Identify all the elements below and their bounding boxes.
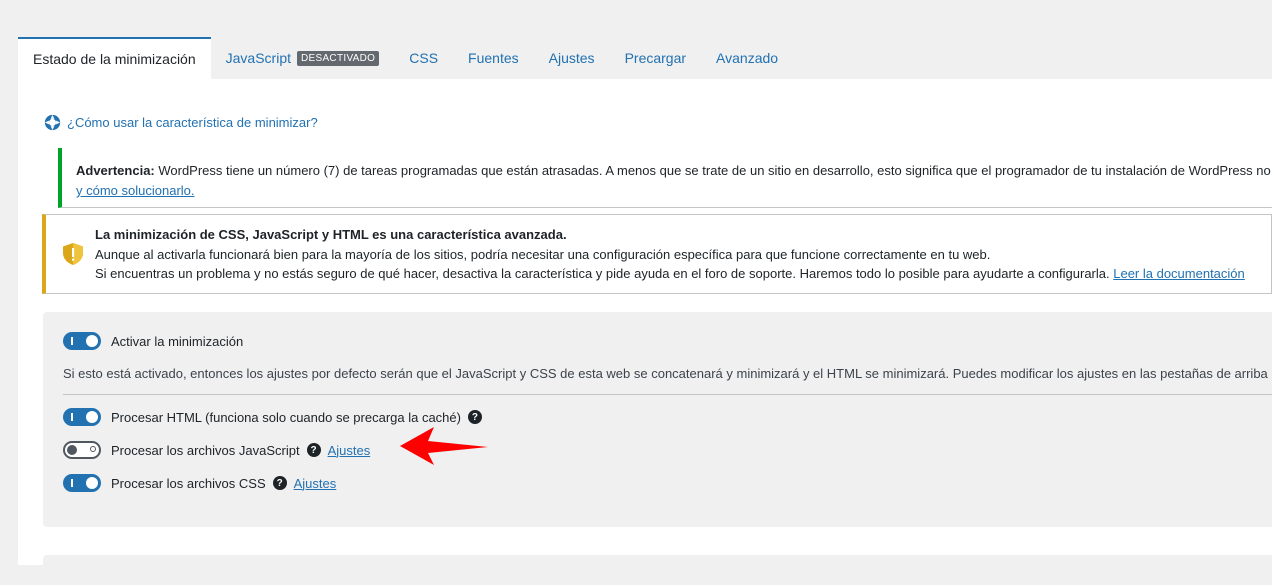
process-css-toggle[interactable] <box>63 474 101 492</box>
enable-minify-label: Activar la minimización <box>111 333 244 349</box>
status-badge: DESACTIVADO <box>297 50 380 66</box>
tab-javascript[interactable]: JavaScript DESACTIVADO <box>211 37 395 79</box>
warning-body: WordPress tiene un número (7) de tareas … <box>154 163 1272 178</box>
minify-settings-box: Activar la minimización Si esto está act… <box>43 312 1272 527</box>
tab-fonts[interactable]: Fuentes <box>453 37 534 79</box>
cron-warning-notice: Advertencia: WordPress tiene un número (… <box>58 148 1272 208</box>
process-js-row: Procesar los archivos JavaScript ? Ajust… <box>63 441 370 459</box>
process-js-toggle[interactable] <box>63 441 101 459</box>
enable-minify-toggle[interactable] <box>63 332 101 350</box>
warning-strong: Advertencia: <box>76 163 155 178</box>
warning-fix-link[interactable]: y cómo solucionarlo. <box>76 183 195 198</box>
tab-label: Ajustes <box>548 50 595 66</box>
tab-preload[interactable]: Precargar <box>610 37 701 79</box>
process-js-label: Procesar los archivos JavaScript <box>111 442 300 458</box>
tab-css[interactable]: CSS <box>394 37 453 79</box>
process-css-label: Procesar los archivos CSS <box>111 475 266 491</box>
process-html-toggle[interactable] <box>63 408 101 426</box>
tab-label: JavaScript <box>225 50 291 66</box>
help-question-icon[interactable]: ? <box>467 410 482 424</box>
tab-label: Precargar <box>624 50 687 66</box>
help-question-icon[interactable]: ? <box>272 476 287 490</box>
help-link-label: ¿Cómo usar la característica de minimiza… <box>67 115 318 130</box>
tab-settings[interactable]: Ajustes <box>534 37 610 79</box>
next-settings-box <box>43 555 1272 585</box>
advanced-notice-line1: Aunque al activarla funcionará bien para… <box>95 246 991 262</box>
main-panel: ¿Cómo usar la característica de minimiza… <box>18 79 1272 585</box>
js-settings-link[interactable]: Ajustes <box>328 443 371 458</box>
css-settings-link[interactable]: Ajustes <box>294 476 337 491</box>
minify-description: Si esto está activado, entonces los ajus… <box>63 366 1272 381</box>
process-html-label: Procesar HTML (funciona solo cuando se p… <box>111 409 461 425</box>
tab-bar: Estado de la minimización JavaScript DES… <box>18 37 1272 79</box>
shield-warning-icon <box>63 243 83 265</box>
tab-label: CSS <box>409 50 439 66</box>
lifebuoy-icon <box>44 114 61 131</box>
process-html-row: Procesar HTML (funciona solo cuando se p… <box>63 408 482 426</box>
advanced-feature-notice: La minimización de CSS, JavaScript y HTM… <box>42 214 1272 294</box>
tab-label: Fuentes <box>468 50 519 66</box>
tab-label: Estado de la minimización <box>33 51 196 67</box>
warning-text: Advertencia: WordPress tiene un número (… <box>76 161 1272 181</box>
help-link[interactable]: ¿Cómo usar la característica de minimiza… <box>44 114 318 131</box>
annotation-arrow-icon <box>400 427 488 465</box>
divider <box>63 394 1272 395</box>
advanced-notice-line2: Si encuentras un problema y no estás seg… <box>95 266 1110 281</box>
process-css-row: Procesar los archivos CSS ? Ajustes <box>63 474 336 492</box>
documentation-link[interactable]: Leer la documentación <box>1113 266 1245 281</box>
advanced-notice-title: La minimización de CSS, JavaScript y HTM… <box>95 227 567 242</box>
tab-minify-status[interactable]: Estado de la minimización <box>18 37 211 79</box>
help-question-icon[interactable]: ? <box>306 443 321 457</box>
tab-advanced[interactable]: Avanzado <box>701 37 793 79</box>
tab-label: Avanzado <box>716 50 779 66</box>
enable-minify-row: Activar la minimización <box>63 332 243 350</box>
